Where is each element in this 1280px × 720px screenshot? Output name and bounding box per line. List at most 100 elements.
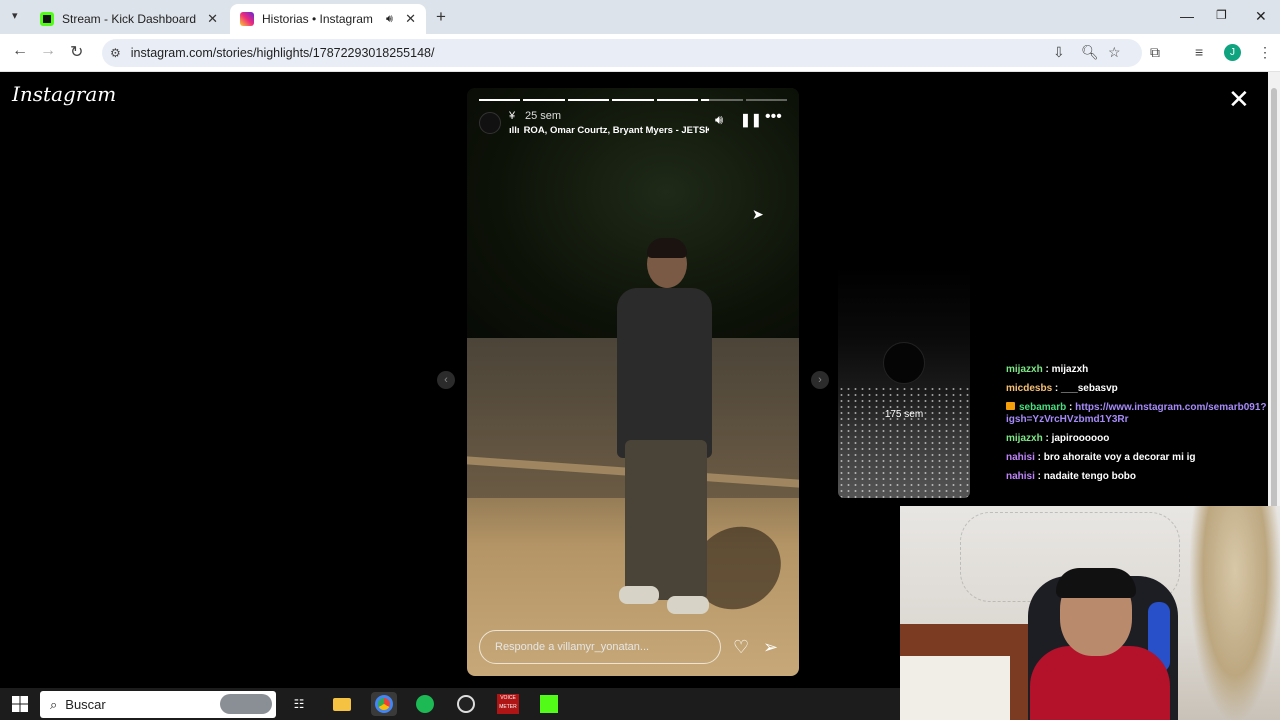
tab-title: Stream - Kick Dashboard bbox=[62, 12, 197, 26]
story-song[interactable]: ıllı ROA, Omar Courtz, Bryant Myers - JE… bbox=[509, 125, 709, 136]
reply-input[interactable] bbox=[480, 631, 720, 663]
chat-text: bro ahoraite voy a decorar mi ig bbox=[1043, 452, 1196, 463]
close-story-icon[interactable]: ✕ bbox=[1228, 86, 1250, 112]
extensions-icon[interactable]: ⧉ bbox=[1150, 44, 1160, 61]
tab-kick-dashboard[interactable]: Stream - Kick Dashboard ✕ bbox=[30, 4, 228, 34]
tab-title: Historias • Instagram bbox=[262, 12, 373, 26]
chat-separator: : bbox=[1042, 433, 1052, 444]
reload-icon[interactable]: ↻ bbox=[70, 42, 83, 62]
kick-icon[interactable] bbox=[536, 692, 562, 716]
streamer-body bbox=[1030, 646, 1170, 720]
story-time: 25 sem bbox=[525, 110, 562, 122]
spotify-icon[interactable] bbox=[412, 692, 438, 716]
window-close-icon[interactable]: ✕ bbox=[1255, 8, 1267, 25]
more-options-icon[interactable]: ••• bbox=[765, 108, 782, 126]
back-icon[interactable]: ← bbox=[12, 42, 28, 60]
chat-username[interactable]: nahisi bbox=[1006, 452, 1035, 463]
windows-start-icon[interactable] bbox=[12, 696, 28, 712]
install-app-icon[interactable]: ⇩ bbox=[1053, 44, 1065, 61]
tab-close-icon[interactable]: ✕ bbox=[207, 11, 218, 27]
file-explorer-icon[interactable] bbox=[329, 692, 355, 716]
music-bars-icon: ıllı bbox=[509, 125, 520, 136]
chat-separator: : bbox=[1042, 364, 1052, 375]
chat-text: mijazxh bbox=[1051, 364, 1089, 375]
instagram-favicon-icon bbox=[240, 12, 254, 26]
chat-message: nahisi : nadaite tengo bobo bbox=[1006, 471, 1268, 483]
volume-icon[interactable]: 🔊︎ bbox=[715, 112, 723, 128]
task-view-icon[interactable]: ☷ bbox=[286, 692, 312, 716]
chrome-icon[interactable] bbox=[371, 692, 397, 716]
webcam-feed bbox=[900, 506, 1280, 720]
reply-field[interactable] bbox=[479, 630, 721, 664]
chat-text: japiroooooo bbox=[1051, 433, 1110, 444]
next-story-avatar bbox=[883, 342, 925, 384]
story-person bbox=[617, 288, 712, 458]
instagram-logo[interactable]: Instagram bbox=[12, 82, 116, 106]
next-story-preview[interactable]: 175 sem bbox=[838, 266, 970, 498]
story-progress-fill bbox=[479, 99, 521, 101]
song-title: ROA, Omar Courtz, Bryant Myers - JETSKI … bbox=[523, 125, 709, 136]
story-progress-segment bbox=[745, 99, 787, 101]
zoom-icon[interactable]: 🔍︎ bbox=[1081, 44, 1099, 61]
kick-favicon-icon bbox=[40, 12, 54, 26]
address-bar[interactable]: ⚙︎ instagram.com/stories/highlights/1787… bbox=[102, 39, 1142, 67]
chat-separator: : bbox=[1034, 452, 1044, 463]
story-card[interactable]: ¥ 25 sem ıllı ROA, Omar Courtz, Bryant M… bbox=[467, 88, 799, 676]
tab-close-icon[interactable]: ✕ bbox=[405, 11, 416, 27]
more-menu-icon[interactable]: ⋮ bbox=[1258, 44, 1272, 61]
streamer-hair bbox=[1056, 568, 1136, 598]
search-icon: ⌕ bbox=[50, 696, 58, 712]
chat-separator: : bbox=[1066, 402, 1076, 413]
chat-text: nadaite tengo bobo bbox=[1043, 471, 1137, 482]
chat-message: mijazxh : japiroooooo bbox=[1006, 433, 1268, 445]
tab-list-chevron-icon[interactable]: ▾ bbox=[12, 9, 18, 22]
story-person-hair bbox=[647, 238, 687, 258]
chat-username[interactable]: nahisi bbox=[1006, 471, 1035, 482]
chat-username[interactable]: micdesbs bbox=[1006, 383, 1052, 394]
chat-separator: : bbox=[1034, 471, 1044, 482]
chat-username[interactable]: mijazxh bbox=[1006, 433, 1043, 444]
chat-username[interactable]: mijazxh bbox=[1006, 364, 1043, 375]
next-story-icon[interactable]: › bbox=[811, 371, 829, 389]
previous-story-icon[interactable]: ‹ bbox=[437, 371, 455, 389]
site-info-icon[interactable]: ⚙︎ bbox=[110, 46, 121, 60]
bookmark-star-icon[interactable]: ☆ bbox=[1108, 44, 1121, 61]
voicemeeter-icon[interactable]: VOICE METER bbox=[495, 692, 521, 716]
new-tab-icon[interactable]: + bbox=[436, 7, 446, 27]
story-progress-fill bbox=[612, 99, 654, 101]
browser-tab-bar: ▾ Stream - Kick Dashboard ✕ Historias • … bbox=[0, 0, 1280, 34]
story-progress-segment bbox=[567, 99, 610, 101]
send-icon[interactable]: ➢ bbox=[763, 637, 778, 658]
chat-message: micdesbs : ___sebasvp bbox=[1006, 383, 1268, 395]
obs-icon[interactable] bbox=[453, 692, 479, 716]
speaker-icon[interactable]: 🔊︎ bbox=[386, 13, 393, 26]
story-progress-fill bbox=[656, 99, 699, 101]
story-shoe bbox=[619, 586, 659, 604]
taskbar-search[interactable]: ⌕ Buscar bbox=[40, 691, 276, 718]
media-control-icon[interactable]: ≡ bbox=[1195, 44, 1203, 60]
chat-message: mijazxh : mijazxh bbox=[1006, 364, 1268, 376]
pause-icon[interactable]: ❚❚ bbox=[740, 112, 762, 128]
chat-badge-icon bbox=[1006, 402, 1015, 410]
chat-message: sebamarb : https://www.instagram.com/sem… bbox=[1006, 402, 1268, 426]
pampas-plant bbox=[1190, 506, 1280, 720]
story-progress-segment bbox=[656, 99, 699, 101]
chat-username[interactable]: sebamarb bbox=[1019, 402, 1066, 413]
profile-avatar[interactable]: J bbox=[1224, 44, 1241, 61]
chat-text: ___sebasvp bbox=[1061, 383, 1118, 394]
like-heart-icon[interactable]: ♡ bbox=[733, 637, 749, 658]
mouse-cursor-icon: ➤ bbox=[752, 206, 764, 222]
manatee-icon bbox=[220, 694, 272, 714]
forward-icon[interactable]: → bbox=[40, 42, 56, 60]
story-shoe bbox=[667, 596, 709, 614]
story-progress-fill bbox=[567, 99, 610, 101]
tab-instagram-stories[interactable]: Historias • Instagram 🔊︎ ✕ bbox=[230, 4, 426, 34]
concert-lights bbox=[838, 386, 970, 498]
story-progress-segment bbox=[612, 99, 654, 101]
restore-icon[interactable]: ❐ bbox=[1216, 8, 1227, 22]
next-story-time: 175 sem bbox=[884, 409, 924, 420]
story-username[interactable]: ¥ bbox=[509, 110, 515, 122]
minimize-icon[interactable]: — bbox=[1180, 8, 1194, 24]
story-avatar[interactable] bbox=[479, 112, 501, 134]
story-progress-segment bbox=[479, 99, 521, 101]
